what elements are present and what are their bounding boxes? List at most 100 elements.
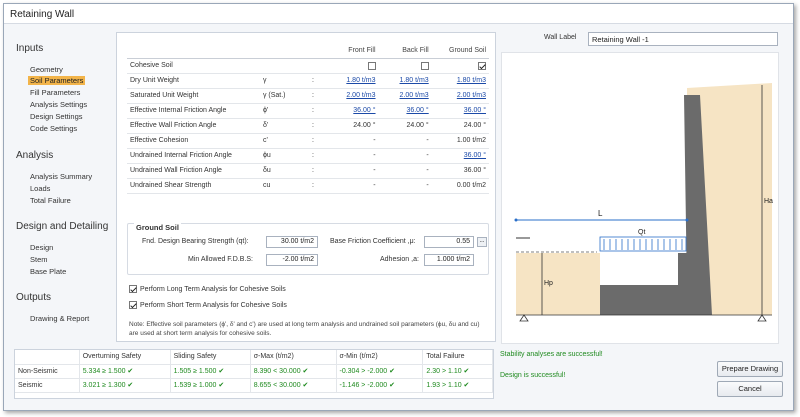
param-label: Effective Wall Friction Angle: [130, 122, 217, 129]
nav-item-drawing-report[interactable]: Drawing & Report: [30, 314, 89, 323]
nav-item-total-failure[interactable]: Total Failure: [30, 196, 71, 205]
nav-item-analysis-summary[interactable]: Analysis Summary: [30, 172, 92, 181]
prepare-drawing-button[interactable]: Prepare Drawing: [717, 361, 783, 377]
nav-item-stem[interactable]: Stem: [30, 255, 48, 264]
results-table: Overturning Safety Sliding Safety σ-Max (t…: [15, 350, 493, 393]
cancel-button[interactable]: Cancel: [717, 381, 783, 397]
param-back-value[interactable]: 2.00 t/m3: [400, 92, 429, 99]
wall-label-caption: Wall Label: [544, 34, 577, 41]
nav-item-code-settings[interactable]: Code Settings: [30, 124, 77, 133]
param-back-value[interactable]: 1.80 t/m3: [400, 77, 429, 84]
front-fill-soil: [516, 253, 600, 315]
results-cell: 8.655 < 30.000 ✔: [250, 378, 337, 393]
stability-status: Stability analyses are successful!: [500, 351, 603, 358]
nav-item-base-plate[interactable]: Base Plate: [30, 267, 66, 276]
param-back-value: -: [426, 152, 429, 159]
param-ground-value[interactable]: 36.00 °: [464, 152, 486, 159]
short-term-option[interactable]: Perform Short Term Analysis for Cohesive…: [129, 301, 287, 309]
param-colon: :: [312, 77, 314, 84]
param-ground-value: 0.00 t/m2: [456, 182, 486, 189]
table-header-row: Front Fill Back Fill Ground Soil: [127, 43, 489, 59]
param-ground-value[interactable]: 2.00 t/m3: [457, 92, 486, 99]
right-support-icon: [757, 314, 767, 322]
param-front-value[interactable]: 1.80 t/m3: [346, 77, 375, 84]
param-ground-value: 36.00 °: [463, 167, 486, 174]
param-front-value: -: [373, 152, 376, 159]
bearing-strength-label: Fnd. Design Bearing Strength (qt):: [142, 238, 249, 245]
friction-coefficient-input[interactable]: 0.55: [424, 236, 474, 248]
results-header-cell: σ-Max (t/m2): [250, 350, 337, 365]
soil-parameters-table: Front Fill Back Fill Ground Soil Cohesiv…: [127, 43, 489, 194]
table-row: Undrained Shear Strength cu: - - 0.00 t/m2: [127, 178, 489, 194]
design-status: Design is successful!: [500, 372, 566, 379]
param-ground-value[interactable]: 1.80 t/m3: [457, 77, 486, 84]
long-term-checkbox[interactable]: [129, 285, 137, 293]
param-colon: :: [312, 107, 314, 114]
param-back-value: -: [426, 137, 429, 144]
adhesion-label: Adhesion ,a:: [380, 256, 419, 263]
param-symbol: ϕ': [262, 107, 269, 114]
param-label: Effective Internal Friction Angle: [130, 107, 227, 114]
cohesive-ground-checkbox[interactable]: [478, 61, 486, 70]
nav-item-soil-parameters[interactable]: Soil Parameters: [28, 76, 86, 85]
nav-item-geometry[interactable]: Geometry: [30, 65, 63, 74]
param-colon: :: [312, 122, 314, 129]
param-back-value: 24.00 °: [406, 122, 429, 129]
param-ground-value: 24.00 °: [463, 122, 486, 129]
param-symbol: γ (Sat.): [262, 92, 286, 99]
param-symbol: δu: [262, 167, 271, 174]
nav-item-fill-parameters[interactable]: Fill Parameters: [30, 88, 80, 97]
param-front-value[interactable]: 36.00 °: [353, 107, 375, 114]
adhesion-input[interactable]: 1.000 t/m2: [424, 254, 474, 266]
wall-label-input[interactable]: Retaining Wall -1: [588, 32, 778, 46]
results-cell: 3.021 ≥ 1.300 ✔: [79, 378, 171, 393]
friction-more-button[interactable]: ...: [477, 237, 487, 247]
results-header-cell: Total Failure: [422, 350, 493, 365]
results-header-cell: Overturning Safety: [79, 350, 171, 365]
left-support-icon: [519, 314, 529, 322]
short-term-checkbox[interactable]: [129, 301, 137, 309]
surcharge-load-box: [599, 236, 687, 252]
long-term-label: Perform Long Term Analysis for Cohesive …: [140, 285, 286, 293]
friction-coefficient-label: Base Friction Coefficient ,μ:: [330, 238, 416, 245]
results-row: Seismic 3.021 ≥ 1.300 ✔ 1.539 ≥ 1.000 ✔ 8.6…: [15, 378, 493, 393]
param-colon: :: [312, 92, 314, 99]
results-cell: 5.334 ≥ 1.500 ✔: [79, 364, 171, 379]
table-row: Undrained Wall Friction Angle δu: - - 36.00 …: [127, 163, 489, 179]
header-back-fill: Back Fill: [378, 43, 432, 59]
results-cell: 1.93 > 1.10 ✔: [422, 378, 493, 393]
param-front-value: -: [373, 167, 376, 174]
results-cell: 8.390 < 30.000 ✔: [250, 364, 337, 379]
param-colon: :: [312, 137, 314, 144]
results-cell: Seismic: [15, 378, 80, 393]
nav-item-analysis-settings[interactable]: Analysis Settings: [30, 100, 87, 109]
nav-item-design-settings[interactable]: Design Settings: [30, 112, 83, 121]
cohesive-back-checkbox[interactable]: [420, 61, 429, 70]
header-ground-soil: Ground Soil: [431, 43, 489, 59]
param-back-value: -: [426, 167, 429, 174]
param-ground-value[interactable]: 36.00 °: [464, 107, 486, 114]
fdbs-input[interactable]: -2.00 t/m2: [266, 254, 318, 266]
param-front-value: 24.00 °: [353, 122, 376, 129]
cohesive-front-checkbox[interactable]: [367, 61, 376, 70]
table-row: Undrained Internal Friction Angle ϕu: - - 36…: [127, 148, 489, 164]
short-term-label: Perform Short Term Analysis for Cohesive…: [140, 301, 287, 309]
results-cell: -1.146 > -2.000 ✔: [336, 378, 424, 393]
ground-soil-group: Ground Soil Fnd. Design Bearing Strength…: [127, 223, 489, 275]
header-front-fill: Front Fill: [321, 43, 379, 59]
param-ground-value: 1.00 t/m2: [456, 137, 486, 144]
retaining-wall-window: Retaining Wall Inputs Geometry Soil Para…: [3, 3, 794, 411]
nav-item-loads[interactable]: Loads: [30, 184, 50, 193]
results-header-row: Overturning Safety Sliding Safety σ-Max (t…: [15, 350, 493, 365]
stem-heel: [678, 253, 687, 315]
length-end-marker: [685, 218, 689, 222]
table-row: Effective Wall Friction Angle δ': 24.00 ° 2…: [127, 118, 489, 134]
param-back-value[interactable]: 36.00 °: [406, 107, 428, 114]
long-term-option[interactable]: Perform Long Term Analysis for Cohesive …: [129, 285, 286, 293]
param-front-value[interactable]: 2.00 t/m3: [346, 92, 375, 99]
cohesive-soil-label: Cohesive Soil: [127, 58, 260, 74]
param-label: Saturated Unit Weight: [130, 92, 199, 99]
bearing-strength-input[interactable]: 30.00 t/m2: [266, 236, 318, 248]
nav-item-design[interactable]: Design: [30, 243, 53, 252]
results-cell: 1.505 ≥ 1.500 ✔: [170, 364, 251, 379]
